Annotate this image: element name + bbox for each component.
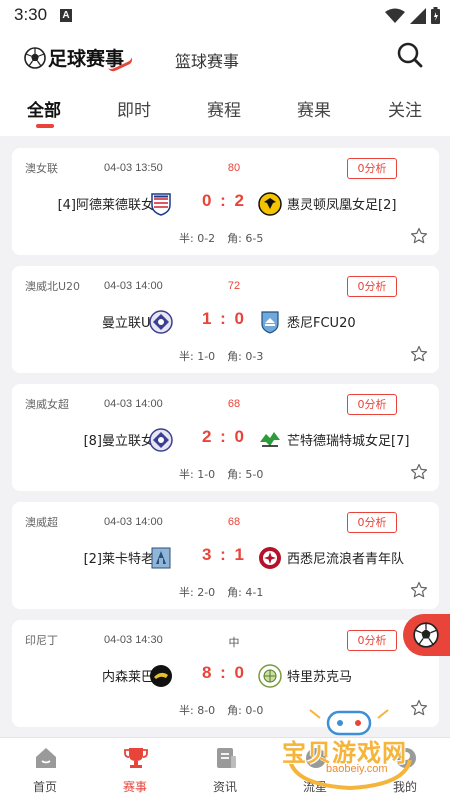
corner-count: 角: 0-0	[227, 704, 264, 717]
corner-count: 角: 5-0	[227, 468, 264, 481]
halftime-score: 半: 8-0	[179, 704, 216, 717]
match-stats: 半: 0-2 角: 6-5	[179, 230, 275, 246]
score: 3 : 1	[201, 545, 247, 564]
corner-count: 角: 6-5	[227, 232, 264, 245]
score: 2 : 0	[201, 427, 247, 446]
league-name: 澳威北U20	[25, 280, 81, 293]
match-stats: 半: 2-0 角: 4-1	[179, 584, 275, 600]
status-bar: 3:30 A	[0, 0, 450, 32]
tab-live[interactable]: 即时	[117, 96, 151, 121]
manly-logo-icon	[149, 428, 173, 452]
manly-logo-icon	[149, 310, 173, 334]
match-minute: 68	[227, 516, 241, 528]
nav-label: 赛事	[122, 780, 147, 794]
wifi-icon	[385, 8, 405, 23]
analysis-button[interactable]: 0分析	[347, 158, 397, 179]
tab-schedule[interactable]: 赛程	[207, 96, 241, 121]
match-card[interactable]: 澳威北U20 04-03 14:00 72 0分析 曼立联U20 1 : 0 悉…	[12, 266, 439, 373]
trophy-icon	[124, 748, 148, 768]
adelaide-logo-icon	[151, 193, 171, 216]
basketball-tab[interactable]: 篮球赛事	[175, 48, 239, 72]
green-logo-icon	[258, 664, 282, 688]
status-time: 3:30	[14, 5, 48, 24]
tab-following[interactable]: 关注	[388, 96, 422, 121]
favorite-star-icon[interactable]	[410, 227, 428, 245]
halftime-score: 半: 1-0	[179, 350, 216, 363]
away-team: 惠灵顿凤凰女足[2]	[287, 198, 397, 213]
wanderers-logo-icon	[259, 547, 281, 569]
black-logo-icon	[150, 665, 172, 687]
match-minute: 72	[227, 280, 241, 292]
nav-home[interactable]: 首页	[0, 738, 90, 800]
league-name: 澳威超	[25, 516, 58, 529]
favorite-star-icon[interactable]	[410, 581, 428, 599]
match-minute: 中	[228, 637, 240, 649]
home-icon	[36, 748, 56, 768]
tab-results[interactable]: 赛果	[297, 96, 331, 121]
sydneyfc-logo-icon	[261, 311, 279, 334]
watermark-url: baobeiy.com	[326, 763, 388, 775]
halftime-score: 半: 1-0	[179, 468, 216, 481]
battery-icon	[431, 7, 440, 24]
nav-label: 资讯	[212, 780, 237, 794]
active-tab-indicator	[36, 124, 54, 128]
status-indicators	[385, 7, 440, 24]
match-card[interactable]: 澳威女超 04-03 14:00 68 0分析 [8]曼立联女足 2 : 0 芒…	[12, 384, 439, 491]
analysis-button[interactable]: 0分析	[347, 276, 397, 297]
soccer-ball-icon	[24, 46, 46, 69]
score: 8 : 0	[201, 663, 247, 682]
match-minute: 80	[227, 162, 241, 174]
favorite-star-icon[interactable]	[410, 463, 428, 481]
match-stats: 半: 1-0 角: 5-0	[179, 466, 275, 482]
filter-tabs: 全部 即时 赛程 赛果 关注	[0, 94, 450, 134]
score: 1 : 0	[201, 309, 247, 328]
favorite-star-icon[interactable]	[410, 345, 428, 363]
match-time: 04-03 14:30	[104, 634, 163, 646]
notification-icon: A	[60, 9, 72, 22]
match-time: 04-03 13:50	[104, 162, 163, 174]
halftime-score: 半: 0-2	[179, 232, 216, 245]
away-team: 芒特德瑞特城女足[7]	[287, 434, 410, 449]
nav-news[interactable]: 资讯	[180, 738, 270, 800]
nav-label: 首页	[32, 780, 57, 794]
corner-count: 角: 4-1	[227, 586, 264, 599]
watermark: 宝贝游戏网 baobeiy.com	[270, 700, 430, 790]
match-minute: 68	[227, 398, 241, 410]
floating-ball-button[interactable]	[403, 614, 450, 656]
away-team: 悉尼FCU20	[287, 316, 356, 331]
score: 0 : 2	[201, 191, 247, 210]
match-time: 04-03 14:00	[104, 516, 163, 528]
away-team: 特里苏克马	[287, 670, 353, 685]
match-time: 04-03 14:00	[104, 398, 163, 410]
match-card[interactable]: 澳女联 04-03 13:50 80 0分析 [4]阿德莱德联女足 0 : 2 …	[12, 148, 439, 255]
nav-matches[interactable]: 赛事	[90, 738, 180, 800]
league-name: 澳威女超	[25, 398, 69, 411]
header: 足球赛事 篮球赛事 全部 即时 赛程 赛果 关注	[0, 32, 450, 136]
news-icon	[217, 748, 236, 768]
mtdruitt-logo-icon	[260, 432, 280, 447]
match-stats: 半: 8-0 角: 0-0	[179, 702, 275, 718]
away-team: 西悉尼流浪者青年队	[287, 552, 405, 567]
analysis-button[interactable]: 0分析	[347, 512, 397, 533]
league-name: 澳女联	[25, 162, 58, 175]
soccer-ball-icon	[413, 622, 439, 648]
search-icon[interactable]	[395, 40, 425, 70]
corner-count: 角: 0-3	[227, 350, 264, 363]
wellington-logo-icon	[258, 192, 282, 216]
league-name: 印尼丁	[25, 634, 58, 647]
tab-all[interactable]: 全部	[27, 96, 61, 121]
match-time: 04-03 14:00	[104, 280, 163, 292]
match-card[interactable]: 澳威超 04-03 14:00 68 0分析 [2]莱卡特老虎 3 : 1 西悉…	[12, 502, 439, 609]
halftime-score: 半: 2-0	[179, 586, 216, 599]
analysis-button[interactable]: 0分析	[347, 394, 397, 415]
signal-icon	[410, 7, 426, 24]
match-stats: 半: 1-0 角: 0-3	[179, 348, 275, 364]
rockdale-logo-icon	[151, 547, 171, 569]
analysis-button[interactable]: 0分析	[347, 630, 397, 651]
